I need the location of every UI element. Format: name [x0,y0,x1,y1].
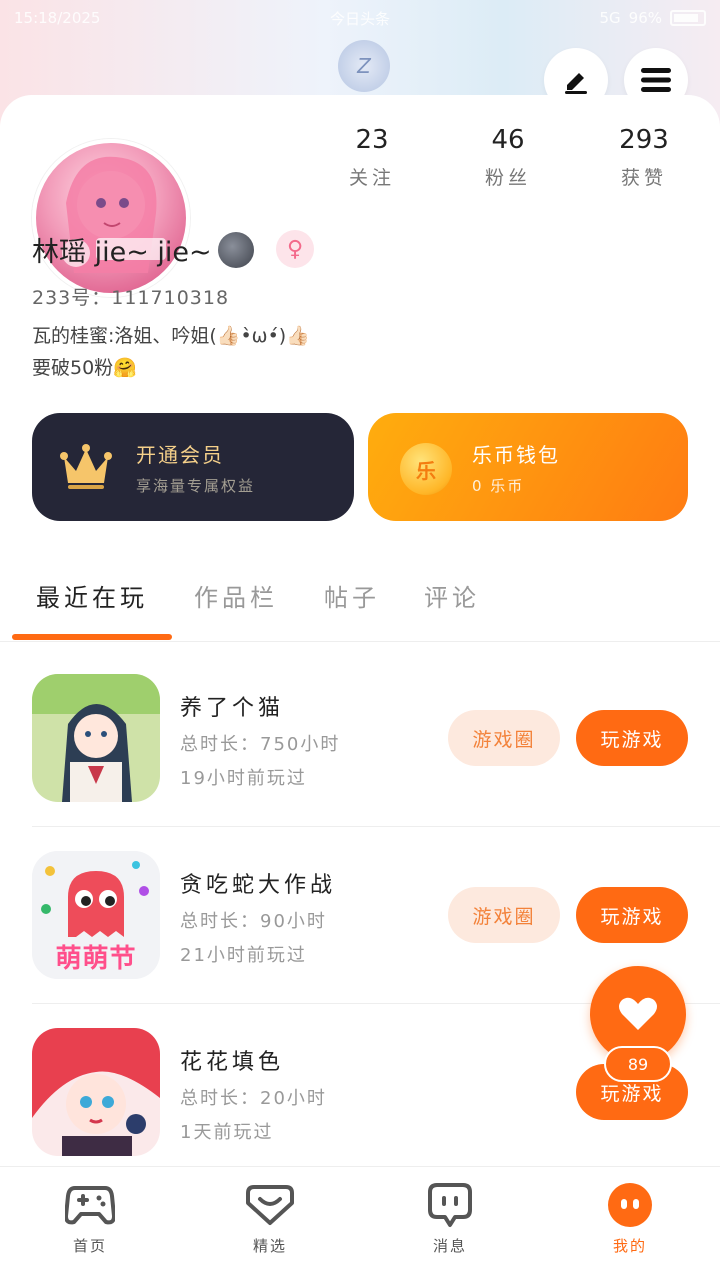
moon-emoji-icon [217,231,254,268]
game-icon-art [32,1028,160,1156]
battery-icon [670,10,706,26]
hamburger-menu-icon [641,68,671,92]
tab-recent-played[interactable]: 最近在玩 [36,578,148,613]
tab-comments[interactable]: 评论 [424,578,480,613]
app-logo-icon: Z [338,40,390,92]
tab-posts[interactable]: 帖子 [324,578,380,613]
gamepad-icon [64,1181,116,1229]
stat-followers[interactable]: 46 粉丝 [458,125,558,190]
bio: 瓦的桂蜜:洛姐、吟姐(👍🏻•̀ω•́)👍🏻 要破50粉🤗 [32,325,310,379]
game-last-played: 19小时前玩过 [180,768,307,789]
pen-icon [565,73,587,94]
nav-me[interactable]: 我的 [580,1181,680,1256]
game-total-time: 总时长：90小时 [180,911,327,932]
game-circle-button[interactable]: 游戏圈 [448,710,560,766]
game-icon[interactable] [32,1028,160,1156]
play-game-button[interactable]: 玩游戏 [576,710,688,766]
nav-messages[interactable]: 消息 [400,1181,500,1256]
profile-face-icon [604,1181,656,1229]
vip-membership-card[interactable]: 开通会员 享海量专属权益 [32,413,354,521]
game-last-played: 21小时前玩过 [180,945,307,966]
avatar[interactable] [32,139,190,297]
gender-female-icon: ♀ [276,230,314,268]
nickname-row: 林瑶 jie~ jie~ [32,230,254,269]
game-icon-art [32,674,160,802]
stat-following[interactable]: 23 关注 [322,125,422,190]
play-game-button[interactable]: 玩游戏 [576,887,688,943]
game-name: 贪吃蛇大作战 [180,873,337,898]
game-icon[interactable] [32,674,160,802]
stat-likes[interactable]: 293 获赞 [594,125,694,190]
game-icon[interactable]: 萌萌节 [32,851,160,979]
profile-tabs: 最近在玩 作品栏 帖子 评论 [0,570,720,642]
active-tab-indicator [12,634,172,640]
nav-me-label: 我的 [612,1237,647,1255]
stat-following-value: 23 [355,125,389,155]
game-icon-text: 萌萌节 [55,944,137,974]
game-circle-button[interactable]: 游戏圈 [448,887,560,943]
nav-home-label: 首页 [72,1237,107,1255]
nav-messages-label: 消息 [432,1237,467,1255]
game-name: 养了个猫 [180,696,285,721]
vip-card-title: 开通会员 [136,443,224,467]
wallet-card-balance: 0 乐币 [472,477,525,495]
wallet-card-title: 乐币钱包 [472,443,560,467]
nav-home[interactable]: 首页 [40,1181,140,1256]
stat-following-label: 关注 [348,167,395,189]
bottom-navigation: 首页 精选 消息 我的 [0,1166,720,1280]
nav-featured[interactable]: 精选 [220,1181,320,1256]
avatar-illustration [62,156,166,273]
game-name: 花花填色 [180,1050,285,1075]
tab-works[interactable]: 作品栏 [194,578,278,613]
game-last-played: 1天前玩过 [180,1122,274,1143]
vip-card-subtitle: 享海量专属权益 [136,477,256,495]
crown-icon [60,444,112,489]
heart-icon [619,997,657,1030]
stat-followers-value: 46 [491,125,525,155]
wallet-card[interactable]: 乐 乐币钱包 0 乐币 [368,413,688,521]
chat-icon [424,1181,476,1229]
game-total-time: 总时长：750小时 [180,734,341,755]
status-bar: 15:18/2025 今日头条 5G 96% [0,0,720,36]
game-total-time: 总时长：20小时 [180,1088,327,1109]
game-row[interactable]: 养了个猫 总时长：750小时 19小时前玩过 游戏圈 玩游戏 [32,674,720,827]
stat-likes-value: 293 [619,125,669,155]
coin-icon: 乐 [400,443,452,495]
nickname: 林瑶 jie~ jie~ [32,237,212,268]
status-carrier: 今日头条 [329,9,390,28]
user-id: 233号：111710318 [32,287,230,309]
stat-likes-label: 获赞 [620,167,667,189]
stat-followers-label: 粉丝 [484,167,531,189]
like-count-badge: 89 [604,1046,672,1082]
heart-box-icon [244,1181,296,1229]
nav-featured-label: 精选 [252,1237,287,1255]
